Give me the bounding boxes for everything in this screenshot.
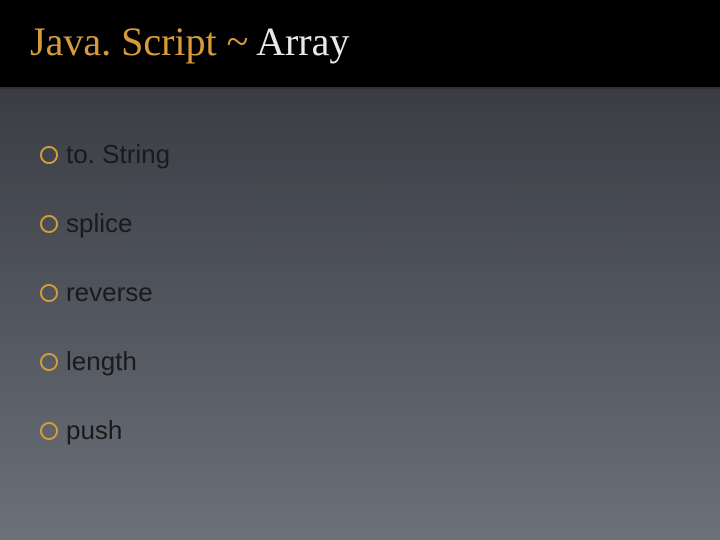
item-label: to. String (66, 139, 170, 170)
list-item: splice (40, 208, 680, 239)
circle-bullet-icon (40, 422, 58, 440)
item-label: splice (66, 208, 132, 239)
circle-bullet-icon (40, 353, 58, 371)
slide-title: Java. Script ~ Array (30, 18, 690, 65)
item-label: length (66, 346, 137, 377)
list-item: to. String (40, 139, 680, 170)
title-topic: Java. Script ~ (30, 19, 256, 64)
list-item: reverse (40, 277, 680, 308)
title-subject: Array (256, 19, 349, 64)
circle-bullet-icon (40, 146, 58, 164)
slide-body: to. String splice reverse length push (0, 89, 720, 540)
item-label: reverse (66, 277, 153, 308)
slide: Java. Script ~ Array to. String splice r… (0, 0, 720, 540)
item-label: push (66, 415, 122, 446)
list-item: push (40, 415, 680, 446)
circle-bullet-icon (40, 215, 58, 233)
circle-bullet-icon (40, 284, 58, 302)
slide-header: Java. Script ~ Array (0, 0, 720, 89)
list-item: length (40, 346, 680, 377)
